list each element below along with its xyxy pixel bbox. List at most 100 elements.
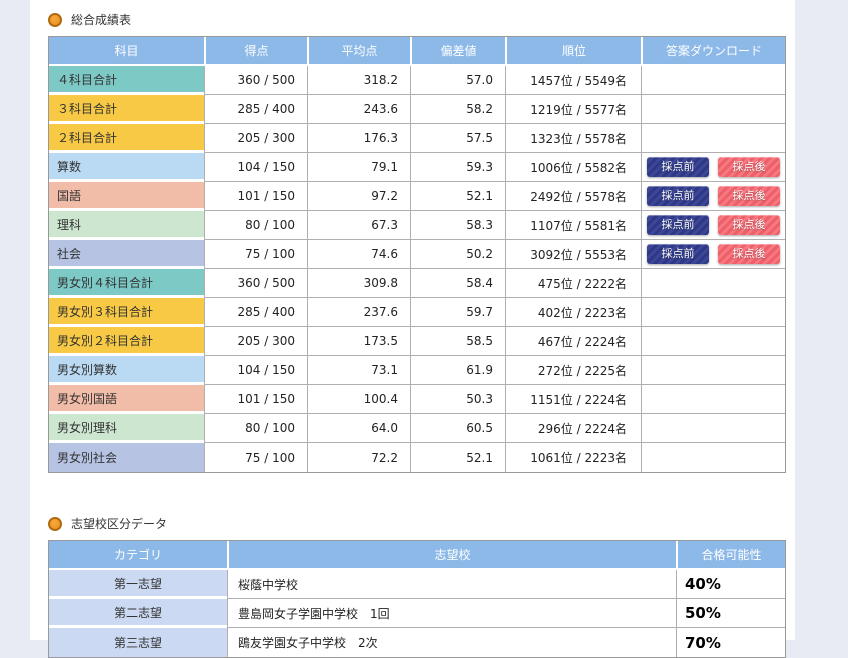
rank-cell: 402位 / 2223名: [505, 298, 641, 327]
grading-after-button[interactable]: 採点後: [718, 215, 780, 235]
download-cell: [641, 327, 785, 356]
average-cell: 318.2: [307, 66, 410, 95]
average-cell: 74.6: [307, 240, 410, 269]
subject-label-cell: ３科目合計: [49, 95, 204, 124]
subject-row: 社会75 / 10074.650.23092位 / 5553名採点前採点後: [49, 240, 785, 269]
average-cell: 79.1: [307, 153, 410, 182]
column-header-2: 合格可能性: [676, 541, 785, 568]
category-cell: 第三志望: [49, 628, 227, 657]
deviation-cell: 57.0: [410, 66, 505, 95]
average-cell: 97.2: [307, 182, 410, 211]
rank-cell: 1151位 / 2224名: [505, 385, 641, 414]
download-cell: [641, 124, 785, 153]
deviation-cell: 59.3: [410, 153, 505, 182]
orange-bullet-icon: [48, 13, 62, 27]
grading-after-button[interactable]: 採点後: [718, 157, 780, 177]
score-cell: 360 / 500: [204, 269, 307, 298]
average-cell: 243.6: [307, 95, 410, 124]
preference-row: 第一志望桜蔭中学校40%: [49, 570, 785, 599]
rank-cell: 1323位 / 5578名: [505, 124, 641, 153]
subject-label-cell: 男女別算数: [49, 356, 204, 385]
average-cell: 73.1: [307, 356, 410, 385]
section-header-schools: 志望校区分データ: [48, 473, 795, 532]
subject-row: ３科目合計285 / 400243.658.21219位 / 5577名: [49, 95, 785, 124]
download-cell: [641, 356, 785, 385]
grading-before-button[interactable]: 採点前: [647, 186, 709, 206]
school-cell: 豊島岡女子学園中学校 1回: [227, 599, 676, 628]
overall-table-header: 科目得点平均点偏差値順位答案ダウンロード: [49, 37, 785, 66]
download-cell: [641, 269, 785, 298]
download-cell: 採点前採点後: [641, 211, 785, 240]
subject-row: 国語101 / 15097.252.12492位 / 5578名採点前採点後: [49, 182, 785, 211]
subject-row: 男女別理科80 / 10064.060.5296位 / 2224名: [49, 414, 785, 443]
category-cell: 第二志望: [49, 599, 227, 628]
subject-row: 算数104 / 15079.159.31006位 / 5582名採点前採点後: [49, 153, 785, 182]
download-cell: 採点前採点後: [641, 240, 785, 269]
download-cell: [641, 443, 785, 472]
orange-bullet-icon: [48, 517, 62, 531]
subject-label-cell: ４科目合計: [49, 66, 204, 95]
subject-row: 男女別社会75 / 10072.252.11061位 / 2223名: [49, 443, 785, 472]
school-table-body: 第一志望桜蔭中学校40%第二志望豊島岡女子学園中学校 1回50%第三志望鴎友学園…: [49, 570, 785, 657]
column-header-0: 科目: [49, 37, 204, 64]
grading-before-button[interactable]: 採点前: [647, 244, 709, 264]
deviation-cell: 50.2: [410, 240, 505, 269]
score-cell: 285 / 400: [204, 95, 307, 124]
download-cell: [641, 298, 785, 327]
average-cell: 72.2: [307, 443, 410, 472]
content-area: 総合成績表 科目得点平均点偏差値順位答案ダウンロード ４科目合計360 / 50…: [30, 0, 795, 658]
average-cell: 237.6: [307, 298, 410, 327]
subject-row: 男女別国語101 / 150100.450.31151位 / 2224名: [49, 385, 785, 414]
score-cell: 285 / 400: [204, 298, 307, 327]
overall-results-table: 科目得点平均点偏差値順位答案ダウンロード ４科目合計360 / 500318.2…: [48, 36, 786, 473]
subject-label-cell: 社会: [49, 240, 204, 269]
subject-row: 男女別２科目合計205 / 300173.558.5467位 / 2224名: [49, 327, 785, 356]
subject-row: 男女別３科目合計285 / 400237.659.7402位 / 2223名: [49, 298, 785, 327]
column-header-0: カテゴリ: [49, 541, 227, 568]
results-panel: 総合成績表 科目得点平均点偏差値順位答案ダウンロード ４科目合計360 / 50…: [30, 0, 795, 640]
deviation-cell: 59.7: [410, 298, 505, 327]
probability-cell: 40%: [676, 570, 785, 599]
rank-cell: 467位 / 2224名: [505, 327, 641, 356]
subject-label-cell: 国語: [49, 182, 204, 211]
rank-cell: 1107位 / 5581名: [505, 211, 641, 240]
subject-label-cell: ２科目合計: [49, 124, 204, 153]
grading-before-button[interactable]: 採点前: [647, 157, 709, 177]
preference-row: 第三志望鴎友学園女子中学校 2次70%: [49, 628, 785, 657]
download-cell: 採点前採点後: [641, 182, 785, 211]
deviation-cell: 58.3: [410, 211, 505, 240]
average-cell: 67.3: [307, 211, 410, 240]
deviation-cell: 61.9: [410, 356, 505, 385]
grading-after-button[interactable]: 採点後: [718, 186, 780, 206]
average-cell: 100.4: [307, 385, 410, 414]
column-header-4: 順位: [505, 37, 641, 64]
subject-label-cell: 男女別社会: [49, 443, 204, 472]
rank-cell: 1457位 / 5549名: [505, 66, 641, 95]
subject-row: 男女別４科目合計360 / 500309.858.4475位 / 2222名: [49, 269, 785, 298]
column-header-1: 志望校: [227, 541, 676, 568]
score-cell: 104 / 150: [204, 153, 307, 182]
deviation-cell: 52.1: [410, 182, 505, 211]
school-preference-table: カテゴリ志望校合格可能性 第一志望桜蔭中学校40%第二志望豊島岡女子学園中学校 …: [48, 540, 786, 658]
average-cell: 173.5: [307, 327, 410, 356]
rank-cell: 1061位 / 2223名: [505, 443, 641, 472]
subject-row: ４科目合計360 / 500318.257.01457位 / 5549名: [49, 66, 785, 95]
school-cell: 鴎友学園女子中学校 2次: [227, 628, 676, 657]
average-cell: 176.3: [307, 124, 410, 153]
category-cell: 第一志望: [49, 570, 227, 599]
deviation-cell: 58.4: [410, 269, 505, 298]
rank-cell: 475位 / 2222名: [505, 269, 641, 298]
subject-row: 男女別算数104 / 15073.161.9272位 / 2225名: [49, 356, 785, 385]
schools-section-title: 志望校区分データ: [71, 515, 167, 532]
subject-row: ２科目合計205 / 300176.357.51323位 / 5578名: [49, 124, 785, 153]
subject-label-cell: 算数: [49, 153, 204, 182]
column-header-5: 答案ダウンロード: [641, 37, 785, 64]
grading-after-button[interactable]: 採点後: [718, 244, 780, 264]
grading-before-button[interactable]: 採点前: [647, 215, 709, 235]
download-cell: [641, 414, 785, 443]
school-cell: 桜蔭中学校: [227, 570, 676, 599]
deviation-cell: 50.3: [410, 385, 505, 414]
subject-label-cell: 男女別国語: [49, 385, 204, 414]
score-cell: 80 / 100: [204, 414, 307, 443]
subject-label-cell: 男女別理科: [49, 414, 204, 443]
